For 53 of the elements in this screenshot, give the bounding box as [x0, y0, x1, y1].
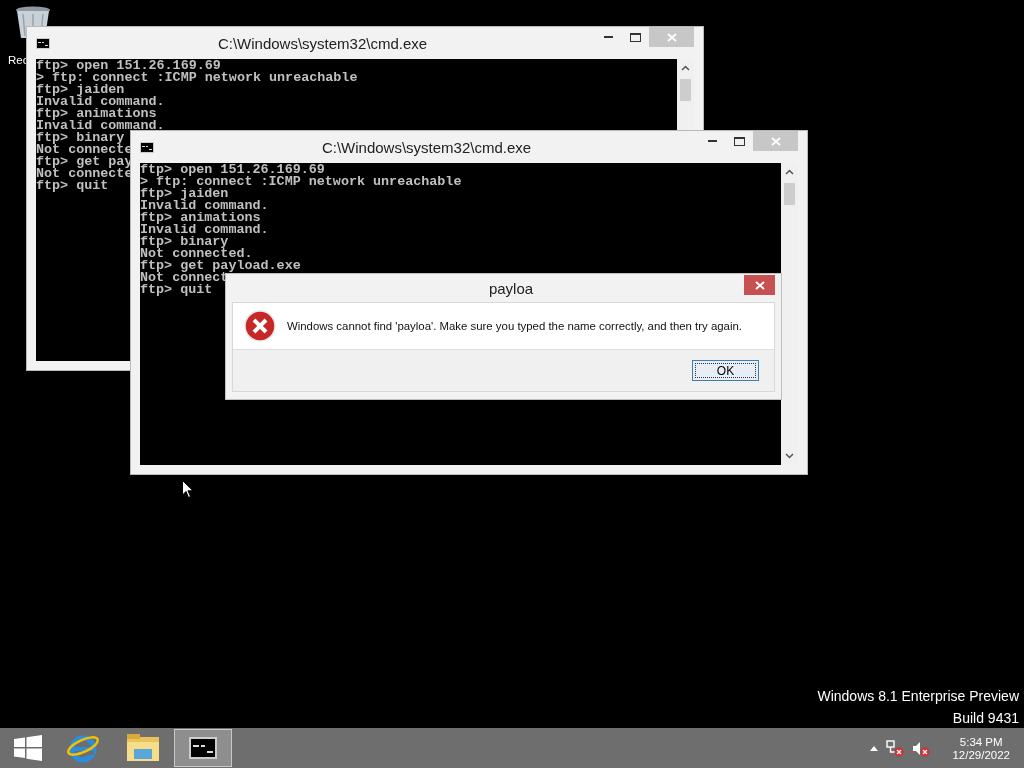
window-title: C:\Windows\system32\cmd.exe — [216, 34, 429, 52]
ok-button[interactable]: OK — [692, 360, 759, 381]
minimize-icon — [708, 140, 717, 142]
console-line: Invalid command. — [36, 96, 165, 108]
console-line: ftp> animations — [140, 212, 261, 224]
mouse-cursor-icon — [182, 480, 194, 499]
clock-time[interactable]: 5:34 PM — [959, 735, 1003, 748]
console-line: ftp> quit — [140, 284, 213, 296]
windows-logo-icon — [14, 735, 42, 761]
close-icon — [770, 136, 781, 146]
console-line: Not connecte — [36, 144, 133, 156]
close-button[interactable] — [744, 275, 775, 295]
console-line: ftp> quit — [36, 180, 109, 192]
console-line: > ftp: connect :ICMP network unreachable — [140, 176, 462, 188]
console-line: Invalid command. — [140, 224, 269, 236]
os-watermark-text: Windows 8.1 Enterprise Preview — [817, 688, 1019, 704]
maximize-icon — [630, 32, 641, 42]
close-icon — [754, 280, 765, 290]
dialog-title: payloa — [487, 279, 535, 297]
console-line: Not connected. — [140, 248, 253, 260]
clock-date[interactable]: 12/29/2022 — [952, 748, 1010, 761]
console-icon — [140, 141, 154, 153]
console-line: ftp> binary — [36, 132, 125, 144]
minimize-icon — [604, 36, 613, 38]
show-hidden-icons-icon[interactable] — [870, 745, 879, 751]
close-icon — [666, 32, 677, 42]
os-watermark-text: Build 9431 — [952, 710, 1019, 726]
taskbar-button[interactable] — [174, 729, 232, 767]
console-line: ftp> open 151.26.169.69 — [36, 60, 221, 72]
console-line: ftp> jaiden — [140, 188, 229, 200]
console-line: Not connect — [140, 272, 229, 284]
window-title: C:\Windows\system32\cmd.exe — [320, 138, 533, 156]
console-icon — [189, 737, 217, 759]
scrollbar-thumb[interactable] — [784, 183, 795, 205]
scroll-down-icon[interactable] — [785, 453, 794, 459]
scroll-up-icon[interactable] — [681, 65, 690, 71]
network-disconnected-icon[interactable] — [886, 739, 905, 757]
console-line: ftp> jaiden — [36, 84, 125, 96]
error-message: Windows cannot find 'payloa'. Make sure you typed the name correctly, and then try again. — [287, 320, 742, 332]
console-line: > ftp: connect :ICMP network unreachable — [36, 72, 358, 84]
console-icon — [36, 37, 50, 49]
console-line: ftp> open 151.26.169.69 — [140, 164, 325, 176]
console-line: ftp> animations — [36, 108, 157, 120]
console-line: Invalid command. — [140, 200, 269, 212]
console-line: ftp> binary — [140, 236, 229, 248]
maximize-icon — [734, 136, 745, 146]
console-line: Not connecte — [36, 168, 133, 180]
console-line: Invalid command. — [36, 120, 165, 132]
console-line: ftp> get payload.exe — [140, 260, 301, 272]
error-icon — [244, 310, 276, 342]
folder-icon — [126, 733, 160, 763]
scrollbar-thumb[interactable] — [680, 79, 691, 101]
scroll-up-icon[interactable] — [785, 169, 794, 175]
